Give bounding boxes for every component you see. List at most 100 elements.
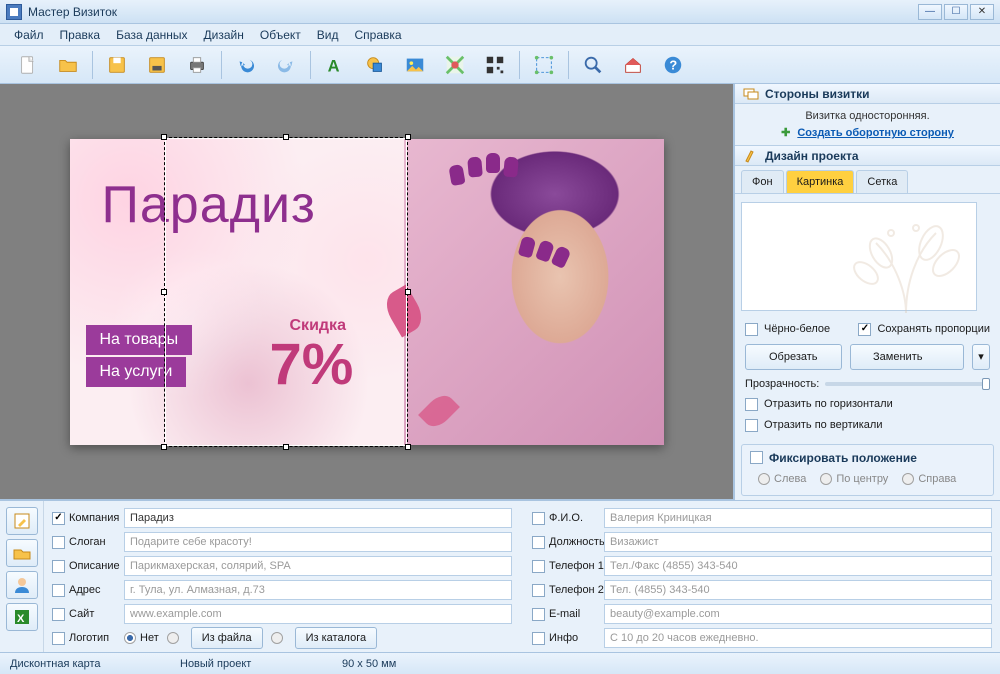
checkbox-description[interactable] — [52, 560, 65, 573]
print-button[interactable] — [183, 51, 211, 79]
radio-logo-file[interactable] — [167, 632, 183, 644]
tab-image[interactable]: Картинка — [786, 170, 855, 193]
crop-button[interactable]: Обрезать — [745, 344, 842, 370]
menu-database[interactable]: База данных — [108, 25, 195, 45]
checkbox-company[interactable] — [52, 512, 65, 525]
tab-background[interactable]: Фон — [741, 170, 784, 193]
checkbox-fix-position[interactable] — [750, 451, 763, 464]
menu-help[interactable]: Справка — [346, 25, 409, 45]
open-folder-button[interactable] — [54, 51, 82, 79]
align-radio-group: Слева По центру Справа — [750, 469, 985, 493]
shape-tool-button[interactable] — [361, 51, 389, 79]
help-button[interactable]: ? — [659, 51, 687, 79]
checkbox-logo[interactable] — [52, 632, 65, 645]
field-column-left: Компания Слоган Описание Адрес Сайт Лого… — [52, 507, 512, 650]
open-db-button[interactable] — [6, 539, 38, 567]
maximize-button[interactable]: ☐ — [944, 4, 968, 20]
undo-button[interactable] — [232, 51, 260, 79]
toolbar-separator — [519, 51, 520, 79]
input-address[interactable] — [124, 580, 512, 600]
export-excel-button[interactable]: X — [6, 603, 38, 631]
canvas[interactable]: Парадиз На товары На услуги Скидка 7% — [0, 84, 734, 500]
status-project: Новый проект — [180, 658, 251, 670]
selection-tool-button[interactable] — [530, 51, 558, 79]
replace-button[interactable]: Заменить — [850, 344, 965, 370]
create-back-side-link[interactable]: Создать оборотную сторону — [797, 127, 954, 139]
replace-dropdown-arrow[interactable]: ▾ — [972, 344, 990, 370]
close-button[interactable]: ✕ — [970, 4, 994, 20]
field-fio: Ф.И.О. — [532, 507, 992, 529]
radio-align-left[interactable]: Слева — [758, 473, 806, 485]
fix-position-group: Фиксировать положение Слева По центру Сп… — [741, 444, 994, 496]
tab-grid[interactable]: Сетка — [856, 170, 908, 193]
home-button[interactable] — [619, 51, 647, 79]
checkbox-position[interactable] — [532, 536, 545, 549]
image-tool-button[interactable] — [401, 51, 429, 79]
text-tool-button[interactable]: A — [321, 51, 349, 79]
field-position: Должность — [532, 531, 992, 553]
menu-edit[interactable]: Правка — [52, 25, 109, 45]
input-info[interactable] — [604, 628, 992, 648]
input-email[interactable] — [604, 604, 992, 624]
window-title: Мастер Визиток — [28, 5, 916, 19]
menu-file[interactable]: Файл — [6, 25, 52, 45]
input-fio[interactable] — [604, 508, 992, 528]
save-button[interactable] — [103, 51, 131, 79]
edit-fields-button[interactable] — [6, 507, 38, 535]
checkbox-fio[interactable] — [532, 512, 545, 525]
checkbox-bw[interactable] — [745, 323, 758, 336]
minimize-button[interactable]: — — [918, 4, 942, 20]
field-company: Компания — [52, 507, 512, 529]
qr-code-button[interactable] — [481, 51, 509, 79]
radio-logo-none[interactable]: Нет — [124, 632, 159, 644]
radio-align-center[interactable]: По центру — [820, 473, 888, 485]
checkbox-phone2[interactable] — [532, 584, 545, 597]
fields-panel: X Компания Слоган Описание Адрес Сайт — [0, 500, 1000, 652]
checkbox-flip-v[interactable] — [745, 419, 758, 432]
panel-header-sides-label: Стороны визитки — [765, 87, 870, 101]
checkbox-phone1[interactable] — [532, 560, 545, 573]
input-slogan[interactable] — [124, 532, 512, 552]
input-phone2[interactable] — [604, 580, 992, 600]
input-site[interactable] — [124, 604, 512, 624]
toolbar: A ? — [0, 46, 1000, 84]
redo-button[interactable] — [272, 51, 300, 79]
save-as-button[interactable] — [143, 51, 171, 79]
radio-align-right[interactable]: Справа — [902, 473, 956, 485]
menu-design[interactable]: Дизайн — [196, 25, 252, 45]
toolbar-separator — [568, 51, 569, 79]
nail-decor — [503, 156, 519, 177]
input-description[interactable] — [124, 556, 512, 576]
label-fix-position: Фиксировать положение — [769, 451, 917, 465]
checkbox-keep-ratio[interactable] — [858, 323, 871, 336]
logo-from-catalog-button[interactable]: Из каталога — [295, 627, 378, 649]
checkbox-site[interactable] — [52, 608, 65, 621]
input-phone1[interactable] — [604, 556, 992, 576]
selection-marquee[interactable] — [164, 137, 408, 447]
zoom-button[interactable] — [579, 51, 607, 79]
input-position[interactable] — [604, 532, 992, 552]
checkbox-address[interactable] — [52, 584, 65, 597]
radio-logo-catalog[interactable] — [271, 632, 287, 644]
checkbox-info[interactable] — [532, 632, 545, 645]
menu-view[interactable]: Вид — [309, 25, 347, 45]
design-icon — [743, 148, 759, 164]
slider-thumb[interactable] — [982, 378, 990, 390]
panel-header-design-label: Дизайн проекта — [765, 149, 859, 163]
field-phone2: Телефон 2 — [532, 579, 992, 601]
menu-object[interactable]: Объект — [252, 25, 309, 45]
checkbox-flip-h[interactable] — [745, 398, 758, 411]
label-flip-h: Отразить по горизонтали — [764, 398, 893, 410]
toolbar-separator — [92, 51, 93, 79]
app-icon — [6, 4, 22, 20]
contacts-button[interactable] — [6, 571, 38, 599]
logo-from-file-button[interactable]: Из файла — [191, 627, 263, 649]
map-tool-button[interactable] — [441, 51, 469, 79]
new-file-button[interactable] — [14, 51, 42, 79]
image-preview — [741, 202, 977, 311]
input-company[interactable] — [124, 508, 512, 528]
checkbox-slogan[interactable] — [52, 536, 65, 549]
opacity-slider[interactable] — [825, 382, 990, 386]
checkbox-email[interactable] — [532, 608, 545, 621]
field-info: Инфо — [532, 627, 992, 649]
